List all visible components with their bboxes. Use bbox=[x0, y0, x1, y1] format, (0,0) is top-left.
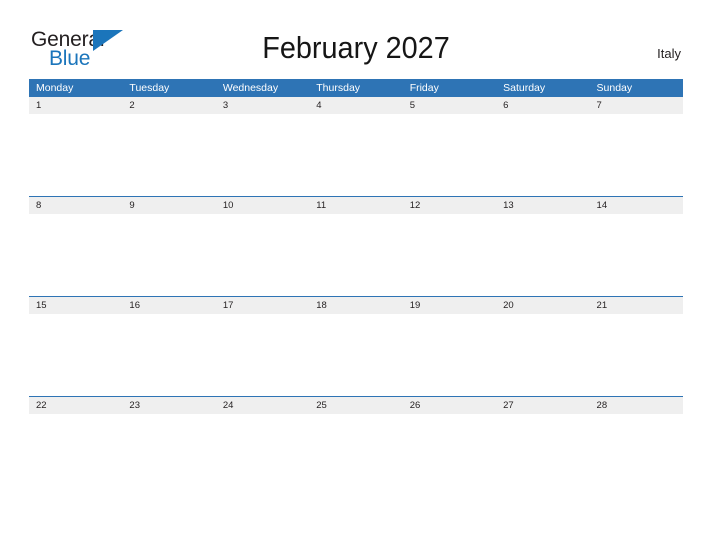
weekday-header-saturday: Saturday bbox=[503, 82, 546, 94]
week-note-area bbox=[29, 414, 683, 496]
weekday-header-sunday: Sunday bbox=[596, 82, 633, 94]
day-note-cell[interactable] bbox=[589, 414, 683, 496]
day-note-cell[interactable] bbox=[589, 114, 683, 196]
day-number[interactable]: 26 bbox=[403, 397, 496, 414]
day-note-cell[interactable] bbox=[496, 114, 590, 196]
week-date-strip: 15 16 17 18 19 20 21 bbox=[29, 297, 683, 314]
page-header: General Blue February 2027 Italy bbox=[0, 0, 712, 78]
day-number[interactable]: 11 bbox=[309, 197, 402, 214]
page-title: February 2027 bbox=[262, 30, 450, 65]
day-note-cell[interactable] bbox=[29, 314, 123, 396]
day-number[interactable]: 3 bbox=[216, 97, 309, 114]
calendar-week-row: 15 16 17 18 19 20 21 bbox=[29, 296, 683, 396]
day-number[interactable]: 27 bbox=[496, 397, 589, 414]
weekday-header-friday: Friday bbox=[409, 82, 439, 94]
day-note-cell[interactable] bbox=[402, 214, 497, 296]
week-note-area bbox=[29, 214, 683, 296]
day-note-cell[interactable] bbox=[309, 114, 403, 196]
day-number[interactable]: 15 bbox=[29, 297, 122, 314]
day-number[interactable]: 17 bbox=[216, 297, 309, 314]
day-number[interactable]: 8 bbox=[29, 197, 122, 214]
day-number[interactable]: 5 bbox=[403, 97, 496, 114]
day-note-cell[interactable] bbox=[589, 214, 683, 296]
day-number[interactable]: 16 bbox=[122, 297, 215, 314]
weekday-header-row: Monday Tuesday Wednesday Thursday Friday… bbox=[29, 79, 683, 97]
day-number[interactable]: 7 bbox=[590, 97, 683, 114]
day-number[interactable]: 18 bbox=[309, 297, 402, 314]
calendar-week-row: 1 2 3 4 5 6 7 bbox=[29, 97, 683, 196]
week-note-area bbox=[29, 314, 683, 396]
day-number[interactable]: 2 bbox=[122, 97, 215, 114]
day-note-cell[interactable] bbox=[496, 214, 590, 296]
calendar-week-row: 22 23 24 25 26 27 28 bbox=[29, 396, 683, 496]
day-note-cell[interactable] bbox=[29, 414, 123, 496]
day-note-cell[interactable] bbox=[122, 114, 216, 196]
weekday-header-thursday: Thursday bbox=[316, 82, 361, 94]
day-number[interactable]: 24 bbox=[216, 397, 309, 414]
day-number[interactable]: 22 bbox=[29, 397, 122, 414]
day-note-cell[interactable] bbox=[29, 214, 123, 296]
day-number[interactable]: 23 bbox=[122, 397, 215, 414]
day-note-cell[interactable] bbox=[122, 414, 216, 496]
day-number[interactable]: 10 bbox=[216, 197, 309, 214]
day-note-cell[interactable] bbox=[309, 214, 403, 296]
day-note-cell[interactable] bbox=[215, 314, 310, 396]
weekday-header-tuesday: Tuesday bbox=[129, 82, 170, 94]
week-date-strip: 22 23 24 25 26 27 28 bbox=[29, 397, 683, 414]
day-note-cell[interactable] bbox=[215, 414, 310, 496]
day-number[interactable]: 28 bbox=[590, 397, 683, 414]
day-note-cell[interactable] bbox=[589, 314, 683, 396]
day-number[interactable]: 6 bbox=[496, 97, 589, 114]
day-number[interactable]: 14 bbox=[590, 197, 683, 214]
day-note-cell[interactable] bbox=[402, 414, 497, 496]
weekday-header-wednesday: Wednesday bbox=[222, 82, 279, 94]
day-number[interactable]: 25 bbox=[309, 397, 402, 414]
week-date-strip: 1 2 3 4 5 6 7 bbox=[29, 97, 683, 114]
day-note-cell[interactable] bbox=[309, 314, 403, 396]
day-note-cell[interactable] bbox=[29, 114, 123, 196]
day-note-cell[interactable] bbox=[402, 114, 497, 196]
day-number[interactable]: 12 bbox=[403, 197, 496, 214]
calendar-table: Monday Tuesday Wednesday Thursday Friday… bbox=[29, 79, 683, 496]
day-note-cell[interactable] bbox=[309, 414, 403, 496]
day-note-cell[interactable] bbox=[402, 314, 497, 396]
country-label: Italy bbox=[657, 46, 681, 61]
day-note-cell[interactable] bbox=[215, 214, 310, 296]
day-number[interactable]: 19 bbox=[403, 297, 496, 314]
calendar-week-row: 8 9 10 11 12 13 14 bbox=[29, 196, 683, 296]
day-note-cell[interactable] bbox=[496, 414, 590, 496]
weekday-header-monday: Monday bbox=[36, 82, 74, 94]
day-number[interactable]: 20 bbox=[496, 297, 589, 314]
day-note-cell[interactable] bbox=[122, 314, 216, 396]
day-number[interactable]: 13 bbox=[496, 197, 589, 214]
day-number[interactable]: 1 bbox=[29, 97, 122, 114]
day-note-cell[interactable] bbox=[496, 314, 590, 396]
week-date-strip: 8 9 10 11 12 13 14 bbox=[29, 197, 683, 214]
day-number[interactable]: 9 bbox=[122, 197, 215, 214]
week-note-area bbox=[29, 114, 683, 196]
day-number[interactable]: 21 bbox=[590, 297, 683, 314]
day-number[interactable]: 4 bbox=[309, 97, 402, 114]
day-note-cell[interactable] bbox=[215, 114, 310, 196]
day-note-cell[interactable] bbox=[122, 214, 216, 296]
